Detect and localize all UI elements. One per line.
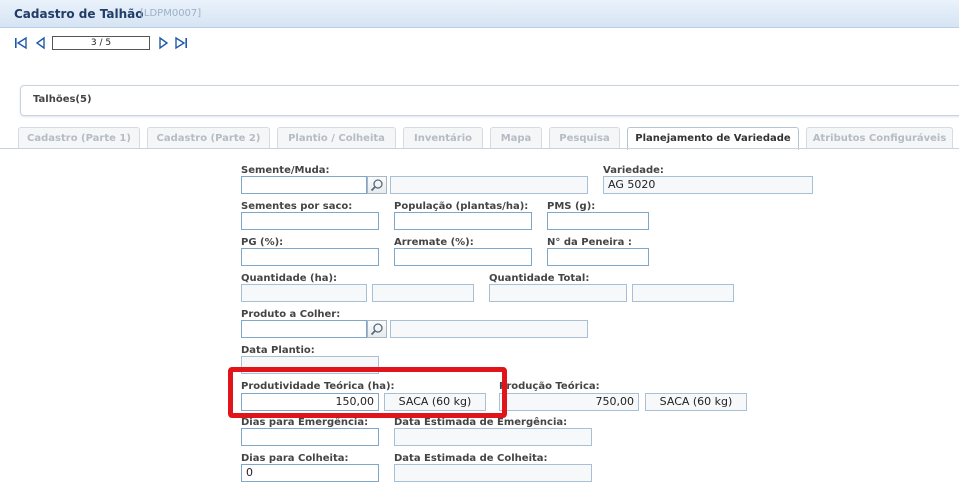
tab-planejamento-de-variedade[interactable]: Planejamento de Variedade	[627, 127, 799, 150]
record-navigation-bar: 3 / 5	[0, 28, 959, 58]
produto-a-colher-description	[390, 320, 588, 338]
search-icon	[370, 179, 383, 192]
tab-pesquisa[interactable]: Pesquisa	[549, 127, 620, 149]
semente-muda-description	[390, 176, 588, 194]
quantidade-unit-field	[372, 284, 474, 302]
window-title: Cadastro de Talhão	[14, 7, 144, 21]
tab-inventario[interactable]: Inventário	[403, 127, 483, 149]
peneira-label: N° da Peneira :	[547, 237, 632, 248]
sementes-por-saco-input[interactable]	[241, 212, 379, 230]
produto-a-colher-label: Produto a Colher:	[241, 309, 341, 320]
data-emergencia-label: Data Estimada de Emergência:	[394, 417, 568, 428]
data-emergencia-field	[394, 428, 592, 446]
variedade-field[interactable]: AG 5020	[603, 176, 813, 194]
pg-label: PG (%):	[241, 237, 284, 248]
semente-muda-lookup-button[interactable]	[367, 176, 387, 194]
produto-a-colher-input[interactable]	[241, 320, 367, 338]
data-colheita-field	[394, 464, 592, 482]
populacao-input[interactable]	[394, 212, 532, 230]
producao-unit-field: SACA (60 kg)	[645, 393, 747, 411]
data-plantio-label: Data Plantio:	[241, 345, 315, 356]
semente-muda-input[interactable]	[241, 176, 367, 194]
pms-input[interactable]	[547, 212, 649, 230]
window-title-bar: Cadastro de Talhão [LDPM0007]	[0, 0, 959, 28]
producao-teorica-label: Produção Teórica:	[499, 381, 600, 392]
tabs-divider	[0, 148, 959, 149]
produto-a-colher-lookup-button[interactable]	[367, 320, 387, 338]
pms-label: PMS (g):	[547, 201, 596, 212]
dias-colheita-label: Dias para Colheita:	[241, 453, 349, 464]
last-record-icon[interactable]	[174, 35, 188, 51]
peneira-input[interactable]	[547, 248, 649, 266]
quantidade-field	[241, 284, 367, 302]
producao-teorica-field: 750,00	[499, 393, 639, 411]
quantidade-total-label: Quantidade Total:	[489, 273, 590, 284]
pg-input[interactable]	[241, 248, 379, 266]
arremate-label: Arremate (%):	[394, 237, 474, 248]
window-code: [LDPM0007]	[140, 8, 202, 19]
search-icon	[370, 323, 383, 336]
quantidade-total-unit-field	[632, 284, 734, 302]
tab-cadastro-parte-1[interactable]: Cadastro (Parte 1)	[18, 127, 140, 149]
previous-record-icon[interactable]	[34, 35, 48, 51]
talhoes-group-title: Talhões(5)	[33, 94, 92, 105]
quantidade-total-field	[489, 284, 627, 302]
record-pager[interactable]: 3 / 5	[52, 36, 150, 50]
semente-muda-label: Semente/Muda:	[241, 165, 330, 176]
dias-colheita-input[interactable]: 0	[241, 464, 379, 482]
variedade-label: Variedade:	[603, 165, 664, 176]
tab-mapa[interactable]: Mapa	[490, 127, 542, 149]
first-record-icon[interactable]	[14, 35, 28, 51]
tab-atributos-configuraveis[interactable]: Atributos Configuráveis	[806, 127, 953, 149]
tab-cadastro-parte-2[interactable]: Cadastro (Parte 2)	[147, 127, 270, 149]
tab-plantio-colheita[interactable]: Plantio / Colheita	[277, 127, 396, 149]
populacao-label: População (plantas/ha):	[394, 201, 529, 212]
next-record-icon[interactable]	[156, 35, 170, 51]
sementes-por-saco-label: Sementes por saco:	[241, 201, 353, 212]
arremate-input[interactable]	[394, 248, 532, 266]
dias-emergencia-input[interactable]	[241, 428, 379, 446]
data-colheita-label: Data Estimada de Colheita:	[394, 453, 548, 464]
quantidade-label: Quantidade (ha):	[241, 273, 338, 284]
talhoes-group[interactable]: Talhões(5)	[20, 85, 959, 116]
dias-emergencia-label: Dias para Emergência:	[241, 417, 369, 428]
annotation-highlight-box	[228, 367, 507, 418]
